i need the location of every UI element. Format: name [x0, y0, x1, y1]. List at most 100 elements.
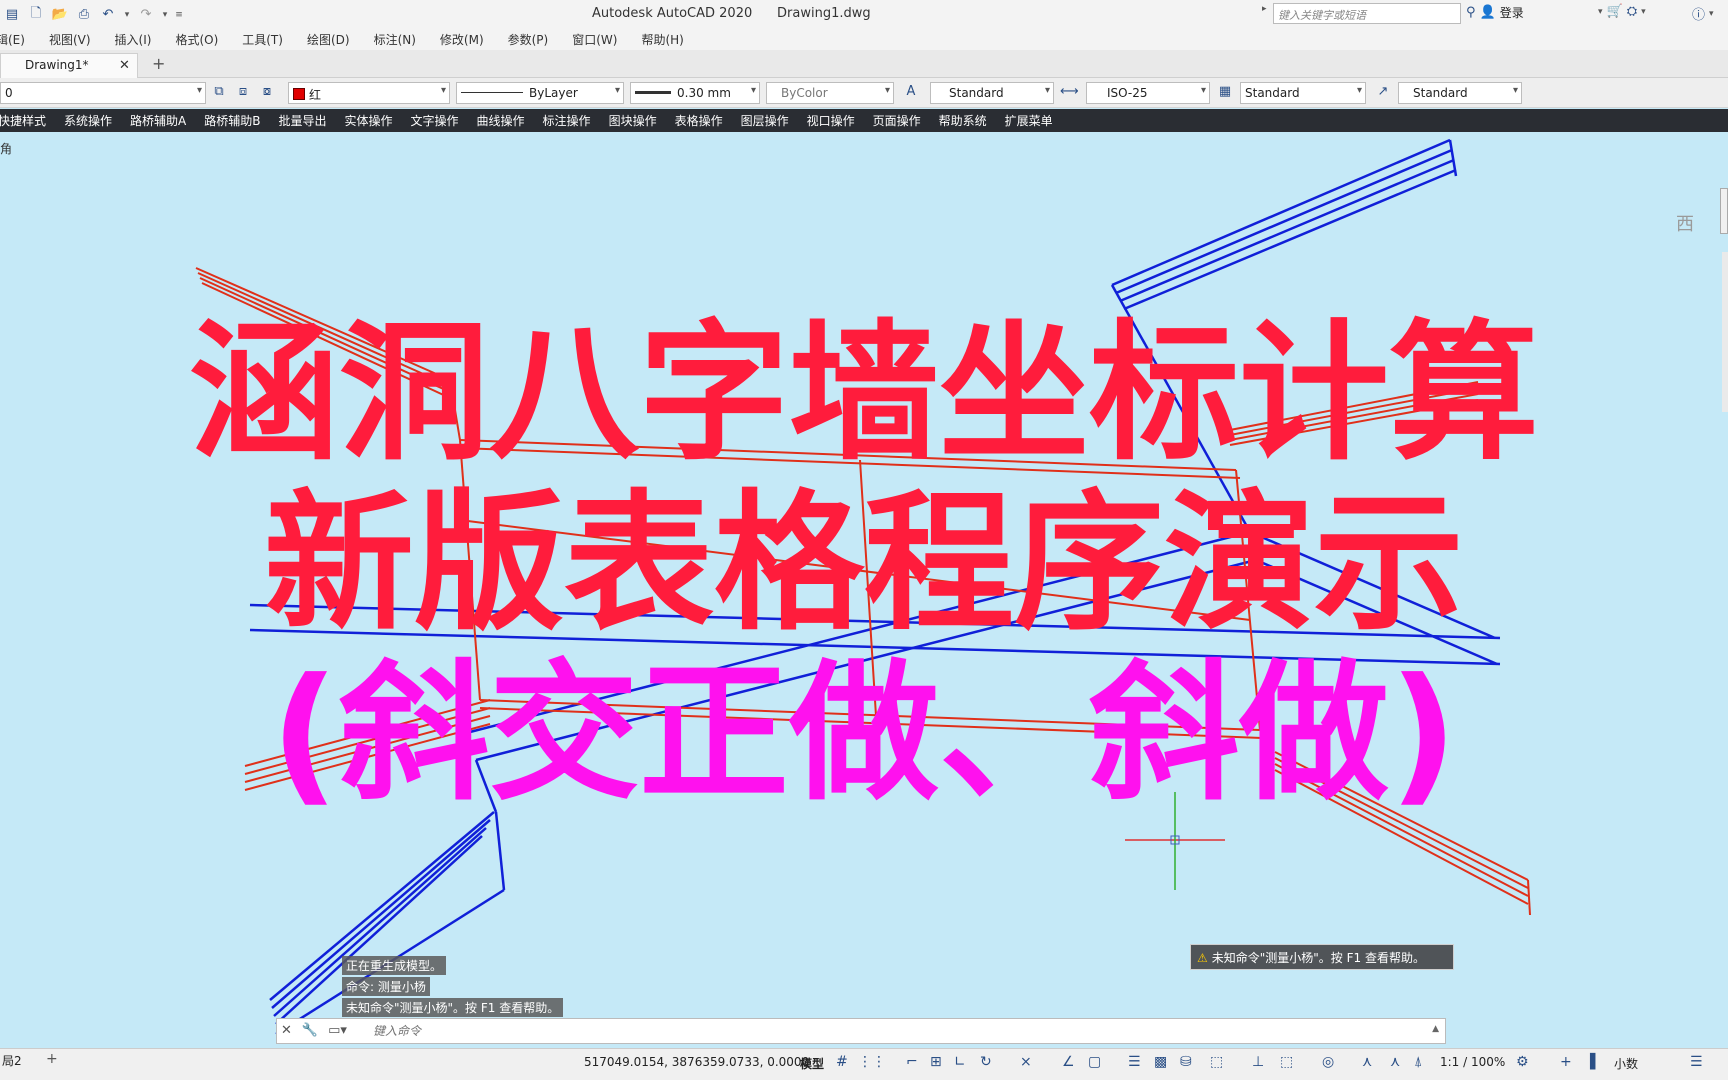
- menu-window[interactable]: 窗口(W): [572, 31, 617, 48]
- transparency-icon[interactable]: ▢: [1088, 1054, 1101, 1070]
- coordinates-readout[interactable]: 517049.0154, 3876359.0733, 0.0000: [584, 1055, 809, 1069]
- menu-parametric[interactable]: 参数(P): [508, 31, 549, 48]
- help-dropdown-icon[interactable]: ▾: [1709, 9, 1714, 19]
- redo-icon[interactable]: ↷: [136, 5, 156, 25]
- table-style-icon[interactable]: ▦: [1216, 84, 1234, 102]
- snap-icon[interactable]: ⋮⋮: [858, 1054, 886, 1070]
- selection-filter-icon[interactable]: ⬚: [1210, 1054, 1223, 1070]
- customize-icon[interactable]: ☰: [1690, 1054, 1703, 1070]
- print-icon[interactable]: ⎙: [74, 5, 94, 25]
- dynamic-ucs-icon[interactable]: ⛁: [1180, 1054, 1192, 1070]
- plugin-menu-batch-export[interactable]: 批量导出: [278, 112, 326, 129]
- autodesk-app-icon[interactable]: ⛭: [1627, 4, 1637, 19]
- app-dropdown-icon[interactable]: ▾: [1641, 7, 1646, 17]
- annotation-scale-select[interactable]: 1:1 / 100%: [1440, 1055, 1505, 1069]
- layer-properties-icon[interactable]: ⧉: [210, 84, 228, 102]
- tab-drawing1[interactable]: Drawing1* ✕: [0, 53, 138, 78]
- menu-format[interactable]: 格式(O): [175, 31, 218, 48]
- osnap-tracking-icon[interactable]: ⨯: [1020, 1054, 1032, 1070]
- menu-insert[interactable]: 插入(I): [115, 31, 152, 48]
- plugin-menu-bridge-aux-b[interactable]: 路桥辅助B: [204, 112, 260, 129]
- quick-properties-icon[interactable]: ▌: [1590, 1054, 1601, 1070]
- chevron-up-icon[interactable]: ▲: [1432, 1024, 1439, 1034]
- layer-select[interactable]: 0 ▾: [0, 82, 206, 104]
- user-icon[interactable]: 👤: [1480, 5, 1496, 20]
- menu-help[interactable]: 帮助(H): [641, 31, 683, 48]
- units-icon[interactable]: ◎: [1322, 1054, 1334, 1070]
- menu-modify[interactable]: 修改(M): [440, 31, 484, 48]
- mleader-style-select[interactable]: Standard ▾: [1398, 82, 1522, 104]
- plus-icon[interactable]: +: [1560, 1054, 1572, 1070]
- plugin-menu-curve-ops[interactable]: 曲线操作: [477, 112, 525, 129]
- 3d-osnap-icon[interactable]: ▩: [1154, 1054, 1167, 1070]
- menu-draw[interactable]: 绘图(D): [307, 31, 350, 48]
- color-select[interactable]: 红 ▾: [288, 82, 450, 104]
- plugin-menu-quick-style[interactable]: 快捷样式: [0, 112, 46, 129]
- gear-icon[interactable]: ⚙: [1516, 1054, 1529, 1070]
- app-menu-icon[interactable]: ▤: [2, 5, 22, 25]
- new-tab-button[interactable]: +: [152, 54, 165, 73]
- plugin-menu-page-ops[interactable]: 页面操作: [873, 112, 921, 129]
- menu-tools[interactable]: 工具(T): [242, 31, 283, 48]
- selection-cycling-icon[interactable]: ☰: [1128, 1054, 1141, 1070]
- login-dropdown-icon[interactable]: ▾: [1598, 7, 1603, 17]
- annotation-visibility-icon[interactable]: ⋏: [1362, 1054, 1372, 1070]
- customize-qat-icon[interactable]: ≡: [174, 5, 184, 25]
- help-icon[interactable]: ⓘ: [1692, 4, 1705, 23]
- open-file-icon[interactable]: 📂: [50, 5, 70, 25]
- plugin-menu-help-system[interactable]: 帮助系统: [939, 112, 987, 129]
- plugin-menu-layer-ops[interactable]: 图层操作: [741, 112, 789, 129]
- plugin-menu-viewport-ops[interactable]: 视口操作: [807, 112, 855, 129]
- drawing-canvas[interactable]: 角 西 涵洞八字墙坐标计算 新版表格程序演示 (斜交正做、斜做) 正在重生成模型…: [0, 132, 1728, 1048]
- match-layer-icon[interactable]: ⧇: [258, 84, 276, 102]
- plugin-menu-extend-menu[interactable]: 扩展菜单: [1005, 112, 1053, 129]
- plotstyle-select[interactable]: ByColor ▾: [766, 82, 894, 104]
- login-link[interactable]: 登录: [1500, 4, 1524, 21]
- plugin-menu-dim-ops[interactable]: 标注操作: [543, 112, 591, 129]
- mleader-style-icon[interactable]: ↗: [1374, 84, 1392, 102]
- cart-icon[interactable]: 🛒: [1607, 4, 1623, 19]
- search-input[interactable]: 键入关键字或短语: [1273, 3, 1461, 24]
- make-current-layer-icon[interactable]: ⧈: [234, 84, 252, 102]
- plugin-menu-text-ops[interactable]: 文字操作: [411, 112, 459, 129]
- new-file-icon[interactable]: 🗋: [26, 5, 46, 25]
- text-style-icon[interactable]: A: [902, 84, 920, 102]
- grid-icon[interactable]: #: [836, 1054, 848, 1070]
- redo-dropdown-icon[interactable]: ▾: [160, 5, 170, 25]
- units-select[interactable]: 小数: [1614, 1055, 1638, 1072]
- plugin-menu-solid-ops[interactable]: 实体操作: [345, 112, 393, 129]
- close-icon[interactable]: ✕: [119, 58, 130, 73]
- auto-scale-icon[interactable]: ⋏: [1390, 1054, 1400, 1070]
- menu-edit[interactable]: 辑(E): [0, 31, 25, 48]
- menu-dimension[interactable]: 标注(N): [374, 31, 416, 48]
- dim-style-icon[interactable]: ⟷: [1060, 84, 1079, 102]
- plugin-menu-table-ops[interactable]: 表格操作: [675, 112, 723, 129]
- model-space-button[interactable]: 模型: [800, 1055, 824, 1072]
- lineweight-select[interactable]: 0.30 mm ▾: [630, 82, 760, 104]
- wrench-icon[interactable]: 🔧: [302, 1023, 318, 1038]
- add-layout-button[interactable]: +: [46, 1051, 58, 1067]
- viewport-corner-label[interactable]: 角: [0, 140, 12, 157]
- lineweight-icon[interactable]: ∠: [1062, 1054, 1075, 1070]
- undo-icon[interactable]: ↶: [98, 5, 118, 25]
- ortho-icon[interactable]: ∟: [954, 1054, 966, 1070]
- tab-layout2[interactable]: 局2: [0, 1049, 24, 1072]
- text-style-select[interactable]: Standard ▾: [930, 82, 1054, 104]
- command-prompt-icon[interactable]: ▭▾: [328, 1023, 347, 1038]
- plugin-menu-system-ops[interactable]: 系统操作: [64, 112, 112, 129]
- binoculars-icon[interactable]: ⚲: [1466, 5, 1476, 20]
- table-style-select[interactable]: Standard ▾: [1240, 82, 1366, 104]
- plugin-menu-block-ops[interactable]: 图块操作: [609, 112, 657, 129]
- dynamic-input-icon[interactable]: ⊞: [930, 1054, 942, 1070]
- polar-icon[interactable]: ↻: [980, 1054, 992, 1070]
- viewcube-west-label[interactable]: 西: [1676, 210, 1694, 236]
- infer-constraints-icon[interactable]: ⌐: [906, 1054, 918, 1070]
- menu-view[interactable]: 视图(V): [49, 31, 91, 48]
- annotation-monitor-icon[interactable]: ⬚: [1280, 1054, 1293, 1070]
- linetype-select[interactable]: ByLayer ▾: [456, 82, 624, 104]
- gizmo-icon[interactable]: ⊥: [1252, 1054, 1264, 1070]
- search-expand-icon[interactable]: ▸: [1262, 4, 1267, 14]
- undo-dropdown-icon[interactable]: ▾: [122, 5, 132, 25]
- command-input[interactable]: [373, 1022, 1273, 1040]
- plugin-menu-bridge-aux-a[interactable]: 路桥辅助A: [130, 112, 186, 129]
